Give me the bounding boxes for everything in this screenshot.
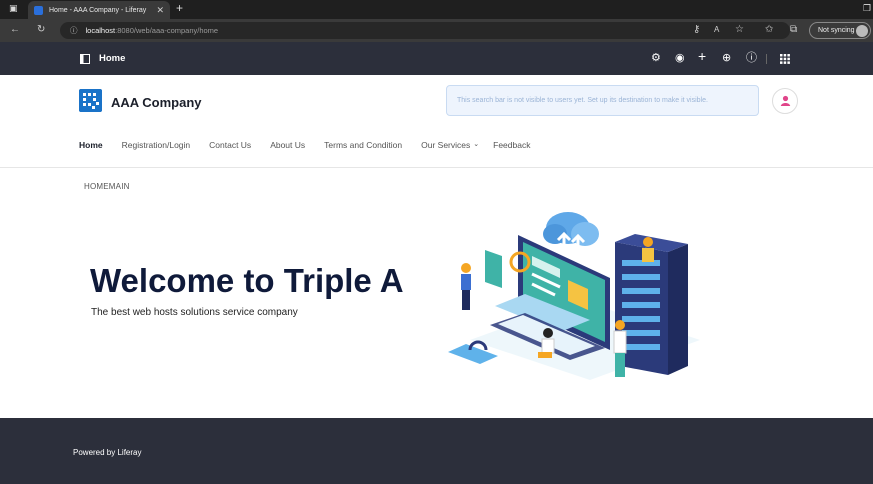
nav-item-terms[interactable]: Terms and Condition <box>324 140 402 154</box>
apps-grid-icon[interactable] <box>780 54 790 64</box>
favorite-add-icon[interactable]: ☆ <box>735 25 744 35</box>
user-avatar-button[interactable] <box>772 88 798 114</box>
url-host: localhost <box>85 26 116 35</box>
tab-actions-icon[interactable]: ▣ <box>9 3 18 14</box>
hero-subtitle: The best web hosts solutions service com… <box>91 307 298 318</box>
site-name[interactable]: AAA Company <box>111 95 202 110</box>
control-menu: Home ⚙ ◉ + ⊕ ⓘ <box>0 42 873 75</box>
close-tab-icon[interactable]: ✕ <box>156 5 164 16</box>
favorites-icon[interactable]: ✩ <box>765 25 773 35</box>
back-icon[interactable]: ← <box>10 25 20 35</box>
search-notice-text: This search bar is not visible to users … <box>457 97 708 104</box>
search-bar-placeholder: This search bar is not visible to users … <box>446 85 759 116</box>
powered-by-link[interactable]: Powered by Liferay <box>73 448 141 457</box>
person-left <box>461 263 471 310</box>
new-tab-icon[interactable]: + <box>176 1 183 15</box>
nav-item-contact-us[interactable]: Contact Us <box>209 140 251 154</box>
site-logo-icon[interactable] <box>79 89 102 112</box>
eye-icon[interactable]: ◉ <box>675 52 685 64</box>
page-title: Home <box>99 53 126 64</box>
profile-avatar <box>856 25 868 37</box>
info-icon[interactable]: ⓘ <box>746 52 757 64</box>
person-top <box>642 237 654 262</box>
url-field[interactable]: ⓘ localhost :8080/web/aaa-company/home <box>60 22 790 39</box>
collections-icon[interactable]: ⧉ <box>790 25 797 35</box>
header-divider <box>0 167 873 168</box>
chevron-down-icon[interactable]: ⌄ <box>473 140 479 154</box>
tab-title: Home - AAA Company - Liferay <box>49 6 147 14</box>
nav-item-registration-login[interactable]: Registration/Login <box>122 140 191 154</box>
nav-item-feedback[interactable]: Feedback <box>493 140 530 154</box>
user-icon <box>780 95 791 106</box>
nav-item-about-us[interactable]: About Us <box>270 140 305 154</box>
sidebar-toggle-icon[interactable] <box>80 54 90 64</box>
gear-icon[interactable]: ⚙ <box>651 52 661 64</box>
nav-item-home[interactable]: Home <box>79 140 103 154</box>
globe-icon[interactable]: ⊕ <box>722 52 731 64</box>
site-info-icon[interactable]: ⓘ <box>70 25 78 36</box>
refresh-icon[interactable]: ↻ <box>37 25 45 35</box>
sync-label: Not syncing <box>818 27 855 34</box>
liferay-favicon-icon <box>34 5 43 15</box>
browser-tab[interactable]: Home - AAA Company - Liferay ✕ <box>28 1 170 19</box>
read-aloud-icon[interactable]: A <box>714 25 719 35</box>
url-path: :8080/web/aaa-company/home <box>115 26 219 35</box>
key-icon[interactable]: ⚷ <box>693 25 700 35</box>
cloud-icon <box>543 212 599 252</box>
breadcrumb: HOMEMAIN <box>84 182 130 191</box>
sync-button[interactable]: Not syncing <box>809 22 871 39</box>
add-icon[interactable]: + <box>698 49 706 63</box>
main-navigation: Home Registration/Login Contact Us About… <box>79 140 549 154</box>
web-hosting-illustration <box>448 212 700 380</box>
nav-item-our-services[interactable]: Our Services <box>421 140 470 154</box>
divider <box>766 54 767 64</box>
address-bar-row: ← ↻ ⓘ localhost :8080/web/aaa-company/ho… <box>0 19 873 42</box>
hero-title: Welcome to Triple A <box>90 262 404 299</box>
browser-tab-bar: ▣ Home - AAA Company - Liferay ✕ + ❐ <box>0 0 873 19</box>
restore-window-icon[interactable]: ❐ <box>863 3 871 14</box>
